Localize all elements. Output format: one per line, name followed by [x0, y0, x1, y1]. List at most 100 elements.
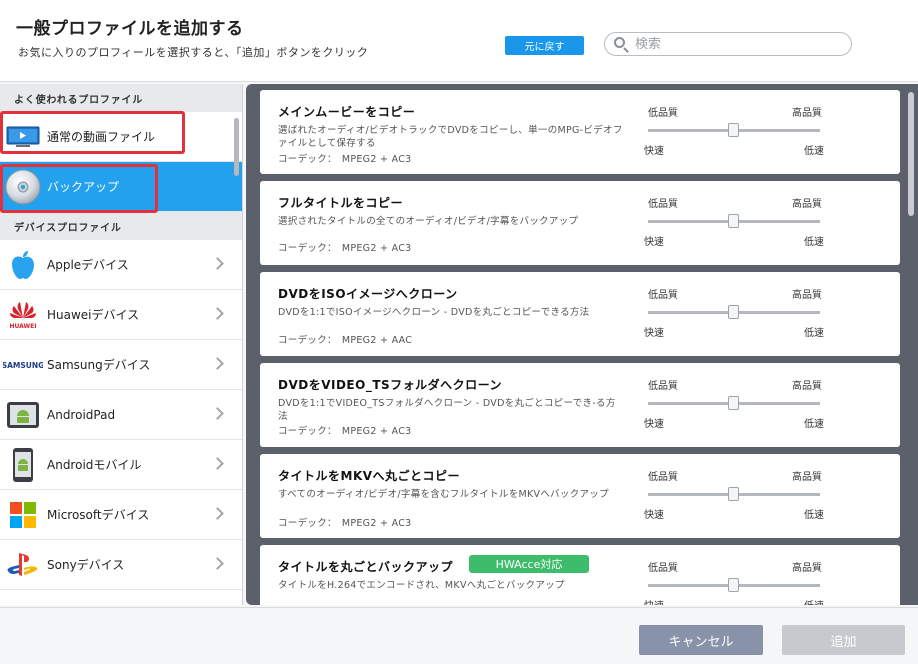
quality-high-label: 高品質 — [792, 290, 822, 301]
profile-description: すべてのオーディオ/ビデオ/字幕を含むフルタイトルをMKVへバックアップ — [278, 489, 609, 500]
quality-low-label: 低品質 — [648, 290, 678, 301]
speed-fast-label: 快速 — [644, 146, 664, 157]
profile-card[interactable]: タイトルをMKVへ丸ごとコピー すべてのオーディオ/ビデオ/字幕を含むフルタイト… — [260, 454, 900, 538]
add-button[interactable]: 追加 — [782, 625, 905, 655]
sidebar-item-samsung[interactable]: SAMSUNG Samsungデバイス — [0, 340, 242, 390]
search-input[interactable] — [635, 36, 835, 52]
speed-slow-label: 低速 — [804, 328, 824, 339]
sidebar-item-label: バックアップ — [47, 180, 120, 194]
samsung-icon: SAMSUNG — [3, 345, 43, 385]
sidebar-item-label: Microsoftデバイス — [47, 508, 150, 522]
quality-slider-thumb[interactable] — [728, 305, 739, 319]
quality-high-label: 高品質 — [792, 199, 822, 210]
chevron-right-icon — [211, 257, 224, 270]
profile-description: DVDを1:1でVIDEO_TSフォルダへクローン - DVDを丸ごとコピーでき… — [278, 398, 616, 422]
speed-fast-label: 快速 — [644, 419, 664, 430]
speed-fast-label: 快速 — [644, 328, 664, 339]
profile-title: タイトルをMKVへ丸ごとコピー — [278, 469, 461, 483]
profile-card[interactable]: DVDをISOイメージへクローン DVDを1:1でISOイメージへクローン - … — [260, 272, 900, 356]
search-icon — [613, 36, 629, 53]
android-phone-icon — [3, 445, 43, 485]
sidebar-item-label: Appleデバイス — [47, 258, 129, 272]
chevron-right-icon — [211, 357, 224, 370]
sidebar-item-label: Androidモバイル — [47, 458, 142, 472]
dialog-title: 一般プロファイルを追加する — [16, 19, 244, 39]
profile-card[interactable]: DVDをVIDEO_TSフォルダへクローン DVDを1:1でVIDEO_TSフォ… — [260, 363, 900, 447]
profile-list: メインムービーをコピー 選ばれたオーディオ/ビデオトラックでDVDをコピーし、単… — [246, 84, 918, 605]
cancel-button[interactable]: キャンセル — [639, 625, 763, 655]
profile-title: DVDをISOイメージへクローン — [278, 287, 458, 301]
huawei-brand-text: HUAWEI — [9, 323, 36, 330]
apple-icon — [3, 245, 43, 285]
microsoft-icon — [3, 495, 43, 535]
hwaccel-badge: HWAcce対応 — [469, 555, 589, 573]
quality-low-label: 低品質 — [648, 381, 678, 392]
sidebar-item-android-mobile[interactable]: Androidモバイル — [0, 440, 242, 490]
profile-codec: コーデック： MPEG2 + AC3 — [278, 426, 412, 437]
speed-fast-label: 快速 — [644, 237, 664, 248]
speed-slow-label: 低速 — [804, 237, 824, 248]
section-device-profiles: デバイスプロファイル — [0, 212, 242, 240]
profile-codec: コーデック： MPEG2 + AAC — [278, 335, 413, 346]
profile-card[interactable]: メインムービーをコピー 選ばれたオーディオ/ビデオトラックでDVDをコピーし、単… — [260, 90, 900, 174]
undo-button[interactable]: 元に戻す — [505, 36, 584, 55]
sidebar-item-label: AndroidPad — [47, 407, 116, 422]
profile-codec: コーデック： MPEG2 + AC3 — [278, 154, 412, 165]
sidebar-item-apple[interactable]: Appleデバイス — [0, 240, 242, 290]
profile-title: タイトルを丸ごとバックアップ — [278, 560, 454, 574]
chevron-right-icon — [211, 457, 224, 470]
quality-high-label: 高品質 — [792, 563, 822, 574]
sidebar-item-sony[interactable]: Sonyデバイス — [0, 540, 242, 590]
chevron-right-icon — [211, 557, 224, 570]
quality-low-label: 低品質 — [648, 108, 678, 119]
profile-list-scrollbar[interactable] — [908, 92, 914, 216]
profile-description: 選ばれたオーディオ/ビデオトラックでDVDをコピーし、単一のMPG-ビデオファイ… — [278, 125, 623, 149]
profile-description: タイトルをH.264でエンコードされ、MKVへ丸ごとバックアップ — [278, 580, 565, 591]
sidebar-item-label: Huaweiデバイス — [47, 308, 140, 322]
dialog-header: 一般プロファイルを追加する お気に入りのプロフィールを選択すると、「追加」ボタン… — [0, 0, 918, 82]
sidebar-item-backup[interactable]: バックアップ — [0, 162, 242, 212]
speed-slow-label: 低速 — [804, 510, 824, 521]
profile-title: DVDをVIDEO_TSフォルダへクローン — [278, 378, 503, 392]
chevron-right-icon — [211, 407, 224, 420]
quality-slider-thumb[interactable] — [728, 578, 739, 592]
section-common-profiles: よく使われるプロファイル — [0, 84, 242, 112]
profile-card[interactable]: タイトルを丸ごとバックアップ HWAcce対応 タイトルをH.264でエンコード… — [260, 545, 900, 605]
profile-card[interactable]: フルタイトルをコピー 選択されたタイトルの全てのオーディオ/ビデオ/字幕をバック… — [260, 181, 900, 265]
playstation-icon — [3, 545, 43, 585]
speed-slow-label: 低速 — [804, 419, 824, 430]
profile-codec: コーデック： MPEG2 + AC3 — [278, 243, 412, 254]
android-pad-icon — [3, 395, 43, 435]
quality-slider-thumb[interactable] — [728, 123, 739, 137]
quality-high-label: 高品質 — [792, 472, 822, 483]
sidebar-item-video-file[interactable]: 通常の動画ファイル — [0, 112, 242, 162]
sidebar-item-microsoft[interactable]: Microsoftデバイス — [0, 490, 242, 540]
sidebar-item-label: Samsungデバイス — [47, 358, 151, 372]
speed-fast-label: 快速 — [644, 597, 664, 605]
quality-slider-thumb[interactable] — [728, 487, 739, 501]
quality-low-label: 低品質 — [648, 472, 678, 483]
video-file-icon — [3, 117, 43, 157]
sidebar-item-androidpad[interactable]: AndroidPad — [0, 390, 242, 440]
profile-description: DVDを1:1でISOイメージへクローン - DVDを丸ごとコピーできる方法 — [278, 307, 590, 318]
chevron-right-icon — [211, 307, 224, 320]
sidebar-item-huawei[interactable]: HUAWEI Huaweiデバイス — [0, 290, 242, 340]
quality-slider-thumb[interactable] — [728, 214, 739, 228]
chevron-right-icon — [211, 507, 224, 520]
quality-low-label: 低品質 — [648, 563, 678, 574]
disc-icon — [3, 167, 43, 207]
dialog-footer: キャンセル 追加 — [0, 607, 918, 664]
speed-slow-label: 低速 — [804, 597, 824, 605]
quality-high-label: 高品質 — [792, 381, 822, 392]
quality-slider-thumb[interactable] — [728, 396, 739, 410]
profile-description: 選択されたタイトルの全てのオーディオ/ビデオ/字幕をバックアップ — [278, 216, 579, 227]
speed-fast-label: 快速 — [644, 510, 664, 521]
speed-slow-label: 低速 — [804, 146, 824, 157]
sidebar-scrollbar[interactable] — [234, 118, 239, 176]
quality-low-label: 低品質 — [648, 199, 678, 210]
search-box[interactable] — [604, 32, 852, 56]
sidebar-item-label: 通常の動画ファイル — [47, 130, 156, 144]
profile-category-sidebar: よく使われるプロファイル 通常の動画ファイル バックアップ デバイスプロファイル… — [0, 84, 243, 605]
profile-title: フルタイトルをコピー — [278, 196, 404, 210]
quality-high-label: 高品質 — [792, 108, 822, 119]
